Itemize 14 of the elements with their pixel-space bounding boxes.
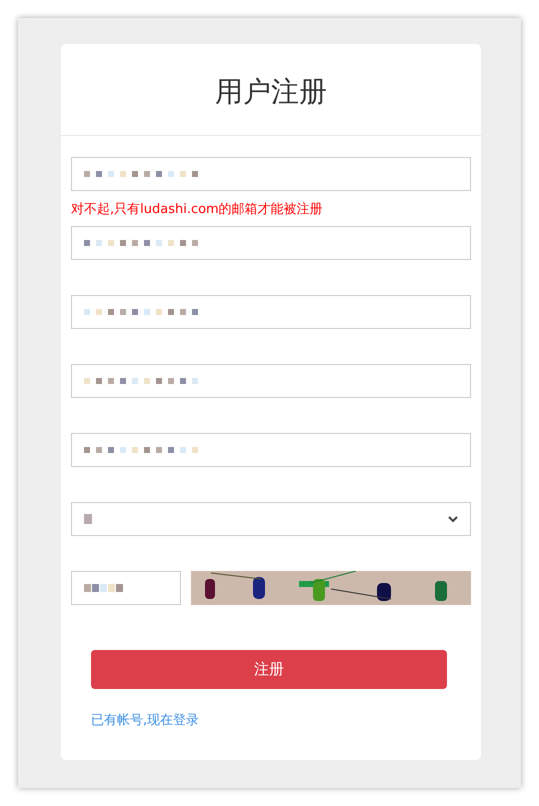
input-field[interactable] bbox=[71, 295, 471, 329]
error-message: 对不起,只有ludashi.com的邮箱才能被注册 bbox=[71, 200, 323, 218]
blurred-value-drawing bbox=[84, 583, 124, 593]
input-field[interactable] bbox=[71, 226, 471, 260]
input-field[interactable] bbox=[71, 364, 471, 398]
input-field[interactable] bbox=[71, 433, 471, 467]
input-field[interactable] bbox=[71, 157, 471, 191]
register-button[interactable]: 注册 bbox=[91, 650, 447, 689]
select-field[interactable] bbox=[71, 502, 471, 536]
login-link[interactable]: 已有帐号,现在登录 bbox=[91, 711, 200, 729]
chevron-down-icon bbox=[448, 516, 458, 522]
blurred-value-drawing bbox=[84, 514, 92, 524]
captcha-input-field[interactable] bbox=[71, 571, 181, 605]
page-title: 用户注册 bbox=[214, 74, 328, 108]
